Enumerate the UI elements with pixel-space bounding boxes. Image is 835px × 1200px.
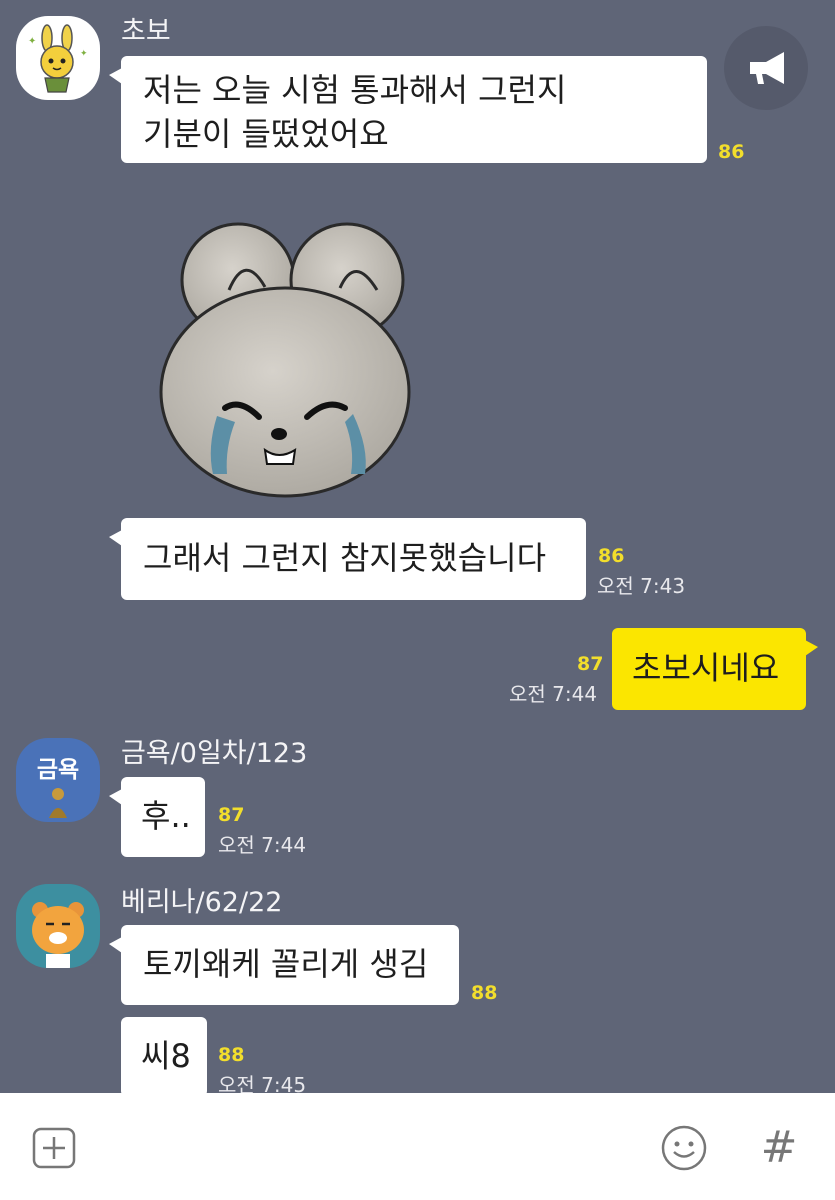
message-time: 오전 7:44 [509,682,598,706]
message-text: 토끼왜케 꼴리게 생김 [143,945,429,983]
avatar-geumyok[interactable]: 금욕 [16,738,100,822]
bunny-avatar-icon: ✦ ✦ [28,24,88,93]
crying-bunny-icon [159,222,411,498]
megaphone-icon [750,52,784,84]
message-bubble[interactable]: 후.. [109,777,205,857]
unread-count: 86 [598,545,625,567]
message-bubble[interactable]: 저는 오늘 시험 통과해서 그런지 기분이 들떴었어요 [109,56,707,163]
message-text: 씨8 [141,1037,191,1075]
avatar-chobo[interactable]: ✦ ✦ [16,16,100,100]
emoji-button[interactable] [660,1124,708,1172]
message-text: 그래서 그런지 참지못했습니다 [143,539,547,577]
message-time: 오전 7:44 [218,833,307,857]
unread-count: 87 [577,653,604,675]
input-bar: # [0,1093,835,1200]
lion-avatar-icon [32,902,84,968]
add-button[interactable] [32,1127,76,1169]
message-time: 오전 7:43 [597,574,686,598]
unread-count: 86 [718,141,745,163]
svg-text:✦: ✦ [28,36,36,47]
message-bubble[interactable]: 그래서 그런지 참지못했습니다 [109,518,586,600]
message-time: 오전 7:45 [218,1073,307,1097]
message-bubble[interactable]: 토끼왜케 꼴리게 생김 [109,925,459,1005]
figure-avatar-icon [49,788,67,818]
my-message-bubble[interactable]: 초보시네요 [612,628,818,710]
bunny-sticker[interactable] [155,212,415,502]
message-text-line: 저는 오늘 시험 통과해서 그런지 [143,71,567,109]
svg-text:✦: ✦ [80,49,88,59]
hashtag-button[interactable]: # [757,1123,801,1173]
announcement-button[interactable] [724,26,808,110]
smiley-icon [661,1125,707,1171]
unread-count: 88 [218,1044,245,1066]
unread-count: 87 [218,804,245,826]
message-text: 후.. [141,797,191,835]
plus-icon [32,1127,76,1169]
message-text: 초보시네요 [632,649,780,687]
avatar-berina[interactable] [16,884,100,968]
message-bubble[interactable]: 씨8 [121,1017,207,1097]
sender-name: 베리나/62/22 [121,887,283,918]
sender-name: 초보 [121,16,171,47]
unread-count: 88 [471,982,498,1004]
hash-icon: # [760,1122,798,1173]
message-text-line: 기분이 들떴었어요 [143,115,389,153]
sender-name: 금욕/0일차/123 [121,738,308,769]
